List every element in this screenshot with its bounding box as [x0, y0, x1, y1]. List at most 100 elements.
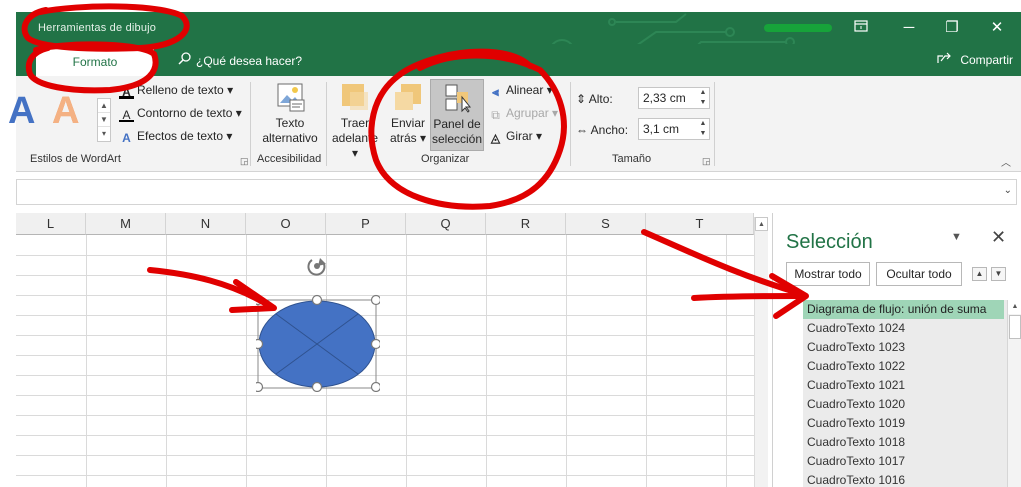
grid-line — [16, 475, 754, 476]
spin-down-icon[interactable]: ▼ — [697, 129, 709, 139]
grid-line — [16, 335, 754, 336]
column-header-o[interactable]: O — [246, 213, 326, 235]
width-spinner[interactable]: ▲ ▼ — [697, 119, 709, 139]
bring-forward-order-icon[interactable]: ▲ — [972, 267, 987, 281]
grid-line — [486, 235, 487, 487]
group-label-accessibility: Accesibilidad — [257, 153, 322, 165]
wordart-style-blue[interactable]: A — [8, 90, 35, 133]
gallery-more-icon[interactable]: ▾ — [98, 127, 110, 141]
search-icon — [178, 52, 191, 68]
grid-line — [246, 235, 247, 487]
bring-forward-button[interactable]: Traer adelante ▾ — [330, 82, 380, 160]
pane-options-icon[interactable]: ▼ — [951, 231, 962, 243]
size-dialog-launcher-icon[interactable]: ◲ — [702, 156, 711, 167]
ribbon: A A ▲ ▼ ▾ A Relleno de texto ▾ A Contorno … — [8, 76, 1021, 172]
list-item[interactable]: Diagrama de flujo: unión de suma — [803, 300, 1004, 319]
spin-down-icon[interactable]: ▼ — [697, 98, 709, 108]
grid-line — [16, 315, 754, 316]
height-label: ⇕ Alto: — [576, 92, 613, 106]
text-effects-icon: A — [122, 131, 131, 145]
spin-up-icon[interactable]: ▲ — [697, 119, 709, 129]
text-outline-button[interactable]: A Contorno de texto ▾ — [119, 106, 242, 122]
selection-list[interactable]: Diagrama de flujo: unión de suma CuadroT… — [803, 300, 1021, 487]
collapse-ribbon-icon[interactable]: ︿ — [1001, 154, 1011, 169]
list-item[interactable]: CuadroTexto 1018 — [803, 433, 1021, 452]
grid-line — [726, 235, 727, 487]
list-item[interactable]: CuadroTexto 1019 — [803, 414, 1021, 433]
grid-line — [86, 235, 87, 487]
column-header-r[interactable]: R — [486, 213, 566, 235]
tab-formato[interactable]: Formato — [36, 44, 154, 76]
gallery-up-icon[interactable]: ▲ — [98, 99, 110, 113]
wordart-gallery-scroll[interactable]: ▲ ▼ ▾ — [97, 98, 111, 142]
group-label-arrange: Organizar — [421, 153, 470, 165]
selection-pane-button[interactable]: Panel de selección — [430, 79, 484, 151]
wordart-dialog-launcher-icon[interactable]: ◲ — [240, 156, 249, 167]
send-backward-button[interactable]: Enviar atrás ▾ — [386, 82, 430, 150]
rotate-button[interactable]: ◬ Girar ▾ — [488, 129, 542, 145]
restore-button[interactable]: ❐ — [939, 18, 965, 38]
column-header-n[interactable]: N — [166, 213, 246, 235]
formula-bar[interactable]: ⌄ — [16, 179, 1017, 205]
column-header-s[interactable]: S — [566, 213, 646, 235]
worksheet-grid[interactable]: L M N O P Q R S T — [16, 213, 754, 487]
summing-junction-shape[interactable] — [256, 256, 380, 392]
list-item[interactable]: CuadroTexto 1023 — [803, 338, 1021, 357]
column-header-t[interactable]: T — [646, 213, 754, 235]
ribbon-display-options-icon[interactable] — [848, 18, 874, 38]
text-fill-button[interactable]: A Relleno de texto ▾ — [119, 83, 233, 99]
height-spinner[interactable]: ▲ ▼ — [697, 88, 709, 108]
share-icon — [937, 52, 954, 67]
list-item[interactable]: CuadroTexto 1017 — [803, 452, 1021, 471]
scroll-up-icon[interactable]: ▲ — [755, 217, 768, 231]
tab-row: Formato ¿Qué desea hacer? Compartir — [16, 44, 1021, 76]
column-header-l[interactable]: L — [16, 213, 86, 235]
tell-me-box[interactable]: ¿Qué desea hacer? — [178, 52, 302, 68]
align-icon: ⫷ — [492, 85, 499, 99]
expand-formula-bar-icon[interactable]: ⌄ — [1004, 185, 1012, 196]
grid-line — [566, 235, 567, 487]
close-window-button[interactable]: ✕ — [984, 18, 1010, 38]
share-button[interactable]: Compartir — [937, 52, 1013, 67]
gallery-down-icon[interactable]: ▼ — [98, 113, 110, 127]
alt-text-button[interactable]: Texto alternativo — [260, 82, 320, 150]
text-fill-icon: A — [119, 85, 134, 99]
align-button[interactable]: ⫷ Alinear ▾ — [488, 83, 553, 99]
width-label: ⇔ Ancho: — [576, 123, 629, 137]
spin-up-icon[interactable]: ▲ — [697, 88, 709, 98]
close-pane-icon[interactable]: ✕ — [991, 227, 1006, 248]
group-button: ⧉ Agrupar ▾ — [488, 106, 558, 122]
grid-line — [16, 415, 754, 416]
grid-line — [16, 455, 754, 456]
wordart-style-orange[interactable]: A — [52, 90, 79, 133]
column-header-m[interactable]: M — [86, 213, 166, 235]
list-item[interactable]: CuadroTexto 1016 — [803, 471, 1021, 487]
list-item[interactable]: CuadroTexto 1020 — [803, 395, 1021, 414]
height-input[interactable]: 2,33 cm ▲ ▼ — [638, 87, 710, 109]
rotate-handle-icon[interactable] — [307, 258, 326, 276]
show-all-button[interactable]: Mostrar todo — [786, 262, 870, 286]
list-item[interactable]: CuadroTexto 1021 — [803, 376, 1021, 395]
send-backward-icon — [395, 84, 421, 110]
column-header-p[interactable]: P — [326, 213, 406, 235]
grid-line — [16, 435, 754, 436]
grid-line — [16, 395, 754, 396]
list-item[interactable]: CuadroTexto 1022 — [803, 357, 1021, 376]
alt-text-icon — [277, 83, 305, 112]
send-backward-order-icon[interactable]: ▼ — [991, 267, 1006, 281]
column-header-q[interactable]: Q — [406, 213, 486, 235]
sheet-vertical-scrollbar[interactable]: ▲ — [754, 217, 768, 487]
minimize-button[interactable]: ─ — [896, 18, 922, 38]
list-item[interactable]: CuadroTexto 1024 — [803, 319, 1021, 338]
list-scroll-thumb[interactable] — [1009, 315, 1021, 339]
list-scroll-up-icon[interactable]: ▲ — [1008, 300, 1021, 314]
grid-line — [16, 375, 754, 376]
selection-pane-title: Selección — [786, 231, 873, 253]
text-effects-button[interactable]: A Efectos de texto ▾ — [119, 129, 232, 145]
rotate-icon: ◬ — [490, 131, 501, 145]
list-scrollbar[interactable]: ▲ — [1007, 300, 1021, 487]
width-input[interactable]: 3,1 cm ▲ ▼ — [638, 118, 710, 140]
grid-line — [166, 235, 167, 487]
bring-forward-icon — [342, 84, 368, 110]
hide-all-button[interactable]: Ocultar todo — [876, 262, 962, 286]
